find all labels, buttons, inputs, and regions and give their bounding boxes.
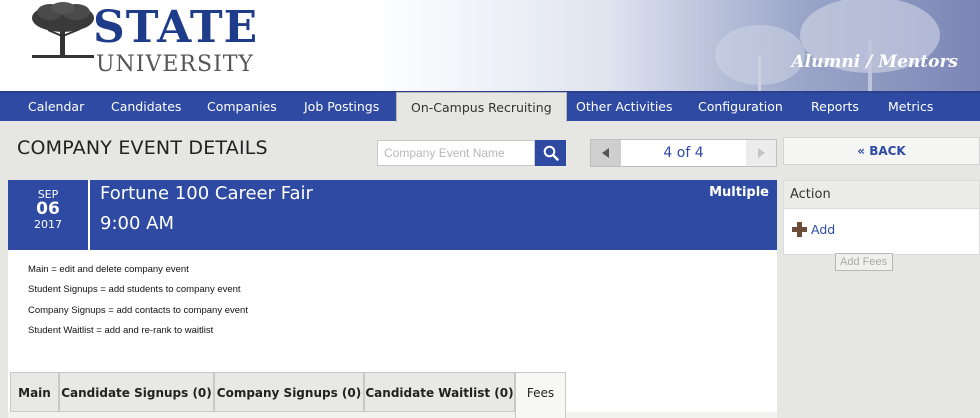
event-date-box: SEP 06 2017 [8, 180, 90, 250]
triangle-right-icon [758, 148, 765, 158]
nav-configuration[interactable]: Configuration [698, 93, 783, 121]
plus-icon [792, 222, 807, 237]
event-year: 2017 [34, 218, 62, 231]
logo-university-text: UNIVERSITY [96, 52, 254, 77]
description-line: Student Signups = add students to compan… [28, 284, 241, 295]
add-fees-button[interactable]: Add [792, 222, 835, 237]
record-pager: 4 of 4 [590, 139, 777, 167]
tab-fees[interactable]: Fees [515, 372, 566, 418]
search-button[interactable] [535, 140, 566, 166]
add-label: Add [811, 222, 836, 237]
nav-on-campus-recruiting[interactable]: On-Campus Recruiting [396, 92, 567, 122]
description-line: Student Waitlist = add and re-rank to wa… [28, 325, 214, 336]
company-event-search-input[interactable] [377, 140, 535, 166]
pager-position: 4 of 4 [663, 145, 704, 161]
logo-state-text: STATE [93, 2, 259, 53]
pager-prev-button[interactable] [591, 140, 621, 166]
nav-metrics[interactable]: Metrics [888, 93, 933, 121]
page-title: COMPANY EVENT DETAILS [17, 137, 268, 159]
nav-companies[interactable]: Companies [207, 93, 277, 121]
event-time: 9:00 AM [100, 213, 174, 234]
nav-other-activities[interactable]: Other Activities [576, 93, 673, 121]
background-trees-icon [715, 0, 940, 91]
event-description-panel: Main = edit and delete company event Stu… [8, 250, 777, 370]
event-tabs: Main Candidate Signups (0) Company Signu… [8, 370, 777, 418]
event-banner: SEP 06 2017 Fortune 100 Career Fair 9:00… [8, 180, 777, 250]
tab-main[interactable]: Main [10, 372, 59, 412]
nav-calendar[interactable]: Calendar [28, 93, 84, 121]
sidebar-background [777, 255, 980, 418]
add-fees-tooltip: Add Fees [835, 253, 893, 271]
event-title: Fortune 100 Career Fair [100, 183, 313, 204]
main-nav: Calendar Candidates Companies Job Postin… [0, 91, 980, 122]
action-panel-title: Action [784, 181, 979, 209]
pager-next-button[interactable] [746, 140, 776, 166]
tab-company-signups[interactable]: Company Signups (0) [214, 372, 364, 412]
tree-logo-icon [32, 2, 94, 58]
tab-candidate-signups[interactable]: Candidate Signups (0) [59, 372, 214, 412]
triangle-left-icon [602, 148, 609, 158]
nav-reports[interactable]: Reports [811, 93, 859, 121]
action-panel: Action Add [783, 180, 980, 255]
alumni-mentors-tagline: Alumni / Mentors [791, 52, 958, 72]
search-icon [543, 145, 559, 161]
description-line: Main = edit and delete company event [28, 264, 189, 275]
nav-candidates[interactable]: Candidates [111, 93, 181, 121]
nav-job-postings[interactable]: Job Postings [304, 93, 379, 121]
event-multiple-badge: Multiple [709, 185, 769, 200]
back-button[interactable]: « BACK [783, 137, 980, 165]
event-day: 06 [36, 199, 60, 219]
tab-candidate-waitlist[interactable]: Candidate Waitlist (0) [364, 372, 515, 412]
site-header: STATE UNIVERSITY Alumni / Mentors [0, 0, 980, 91]
description-line: Company Signups = add contacts to compan… [28, 305, 248, 316]
